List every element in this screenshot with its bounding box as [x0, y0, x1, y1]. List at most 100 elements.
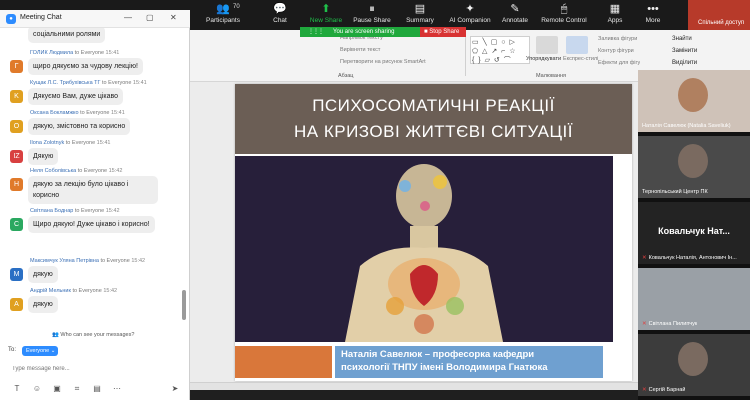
presenter-affiliation: психології ТНПУ імені Володимира Гнатюка [341, 362, 548, 373]
participant-tile[interactable]: Ковальчук Нат... ✕ Ковальчук Наталія, Анто… [638, 202, 750, 266]
more-icon: ••• [647, 3, 659, 15]
slide: ПСИХОСОМАТИЧНІ РЕАКЦІЇ НА КРИЗОВІ ЖИТТЄВ… [235, 84, 632, 381]
message-time: 15:42 [131, 258, 146, 264]
slide-title-band [235, 84, 632, 154]
sender-name[interactable]: ГОЛИК Людмила [30, 50, 75, 56]
sender-name[interactable]: Світлана Боднар [30, 208, 75, 214]
shape-outline-button[interactable]: Контур фігури [598, 48, 634, 54]
message-recipient: to Everyone [100, 258, 132, 264]
sender-name[interactable]: Ilona Zolotnyk [30, 140, 66, 146]
participant-video [678, 78, 708, 112]
chevron-down-icon: ⌄ [49, 348, 56, 354]
message-sender: Кущак Л.С. Трибухівська ТГ to Everyone 1… [30, 80, 147, 86]
participant-name: ✕ Світлана Пилипчук [642, 321, 697, 327]
message-recipient: to Everyone [74, 50, 106, 56]
avatar: IZ [10, 150, 23, 163]
slide-accent-block [235, 346, 332, 378]
message-sender: ГОЛИК Людмила to Everyone 15:41 [30, 50, 119, 56]
participant-tile[interactable]: Тернопільський Центр ПК [638, 136, 750, 200]
message-sender: Максимчук Уляна Петрівна to Everyone 15:… [30, 258, 145, 264]
zoom-logo-icon: ● [6, 14, 16, 24]
presenter-name: Наталія Савелюк – професорка кафедри [341, 349, 535, 360]
ppt-ribbon: Напрямок тексту Вирівняти текст Перетвор… [190, 30, 643, 82]
chat-titlebar: ● Meeting Chat — ▢ ✕ [0, 10, 190, 28]
shapes-gallery[interactable]: ▭ ╲ ▢ ○ ▷ ⬠ △ ↗ ⌐ ☆{ } ▱ ↺ ⌒ [470, 36, 530, 64]
chat-scrollbar[interactable] [182, 290, 186, 320]
horizontal-scrollbar[interactable] [190, 382, 638, 390]
gif-icon[interactable]: ▣ [52, 384, 62, 394]
send-icon[interactable]: ➤ [170, 384, 180, 394]
message-list: соціальними ролями Г ГОЛИК Людмила to Ever… [0, 28, 190, 338]
participant-name-text: Ковальчук Наталія, Антонович Ін... [648, 255, 737, 261]
quick-styles-button[interactable]: Експрес-стилі [563, 56, 598, 62]
participant-video [678, 342, 708, 376]
participants-icon: 👥 [216, 3, 230, 15]
emoji-icon[interactable]: ☺ [32, 384, 42, 394]
message-time: 15:41 [105, 50, 120, 56]
sender-name[interactable]: Максимчук Уляна Петрівна [30, 258, 100, 264]
participant-tile[interactable]: Наталія Савелюк (Natalia Saveliuk) [638, 70, 750, 134]
smartart-option[interactable]: Перетворити на рисунок SmartArt [340, 59, 426, 65]
participant-name-text: Світлана Пилипчук [648, 321, 698, 327]
maximize-icon[interactable]: ▢ [146, 13, 154, 22]
participant-gallery: Наталія Савелюк (Natalia Saveliuk) Терноп… [638, 70, 750, 400]
zoom-window: 70 👥 Participants 💬 Chat ⬆ New Share ⏸ Pause… [0, 0, 750, 400]
shape-fill-button[interactable]: Заливка фігури [598, 36, 637, 42]
participant-tile[interactable]: ✕ Світлана Пилипчук [638, 268, 750, 332]
message-input[interactable] [12, 363, 182, 375]
format-icon[interactable]: T [12, 384, 22, 394]
avatar: М [10, 268, 23, 281]
avatar: С [10, 218, 23, 231]
message-bubble: щиро дякуємо за чудову лекцію! [28, 58, 143, 75]
message-recipient: to Everyone [102, 80, 133, 86]
message-recipient: to Everyone [72, 288, 104, 294]
who-can-see-link[interactable]: 👥 Who can see your messages? [52, 332, 134, 338]
chat-panel: ● Meeting Chat — ▢ ✕ соціальними ролями Г… [0, 10, 190, 400]
arrange-button[interactable]: Упорядкувати [526, 56, 561, 62]
minimize-icon[interactable]: — [124, 13, 132, 22]
message-time: 15:42 [103, 288, 118, 294]
participant-name-text: Сергій Барнай [648, 387, 686, 393]
participant-name: ✕ Ковальчук Наталія, Антонович Ін... [642, 255, 737, 261]
drawing-group-label: Малювання [536, 73, 567, 79]
drag-handle-icon[interactable]: ⋮⋮⋮ [308, 29, 324, 35]
attach-file-icon[interactable]: ▤ [92, 384, 102, 394]
avatar: Н [10, 178, 23, 191]
message-sender: Ilona Zolotnyk to Everyone 15:41 [30, 140, 110, 146]
arrange-icon[interactable] [536, 36, 558, 54]
align-text-option[interactable]: Вирівняти текст [340, 47, 380, 53]
message-recipient: to Everyone [80, 110, 111, 116]
participant-name-text: Тернопільський Центр ПК [642, 189, 708, 195]
replace-button[interactable]: Замінити [672, 48, 697, 54]
muted-mic-icon: ✕ [642, 387, 647, 393]
close-icon[interactable]: ✕ [170, 13, 177, 22]
select-button[interactable]: Виділити [672, 60, 697, 66]
message-sender: Оксана Бокламжко to Everyone 15:41 [30, 110, 125, 116]
screenshot-icon[interactable]: ⌗ [72, 384, 82, 394]
avatar: А [10, 298, 23, 311]
message-time: 15:41 [111, 110, 125, 116]
participant-tile[interactable]: ✕ Сергій Барнай [638, 334, 750, 398]
sender-name[interactable]: Неля Соболівська [30, 168, 78, 174]
recipient-dropdown[interactable]: Everyone ⌄ [22, 346, 58, 356]
more-button[interactable]: ••• More [623, 2, 683, 24]
find-button[interactable]: Знайти [672, 36, 692, 42]
message-time: 15:42 [108, 168, 123, 174]
sender-name[interactable]: Оксана Бокламжко [30, 110, 80, 116]
paragraph-group-label: Абзац [338, 73, 354, 79]
quick-styles-icon[interactable] [566, 36, 588, 54]
muted-mic-icon: ✕ [642, 255, 647, 261]
sender-name[interactable]: Кущак Л.С. Трибухівська ТГ [30, 80, 102, 86]
sender-name[interactable]: Андрій Мельник [30, 288, 72, 294]
stop-share-button[interactable]: ■ Stop Share [420, 27, 466, 37]
more-options-icon[interactable]: ⋯ [112, 384, 122, 394]
participants-button[interactable]: 👥 Participants [193, 2, 253, 24]
participant-video [678, 144, 708, 178]
message-recipient: to Everyone [65, 140, 97, 146]
editing-group: Знайти Замінити Виділити [640, 30, 750, 72]
screen-sharing-indicator: ⋮⋮⋮ You are screen sharing ■ Stop Share [300, 27, 466, 37]
message-bubble: дякую [28, 296, 58, 313]
shape-effects-button[interactable]: Ефекти для фігур [598, 60, 643, 66]
message-sender: Андрій Мельник to Everyone 15:42 [30, 288, 117, 294]
sharing-status: ⋮⋮⋮ You are screen sharing [300, 27, 420, 37]
